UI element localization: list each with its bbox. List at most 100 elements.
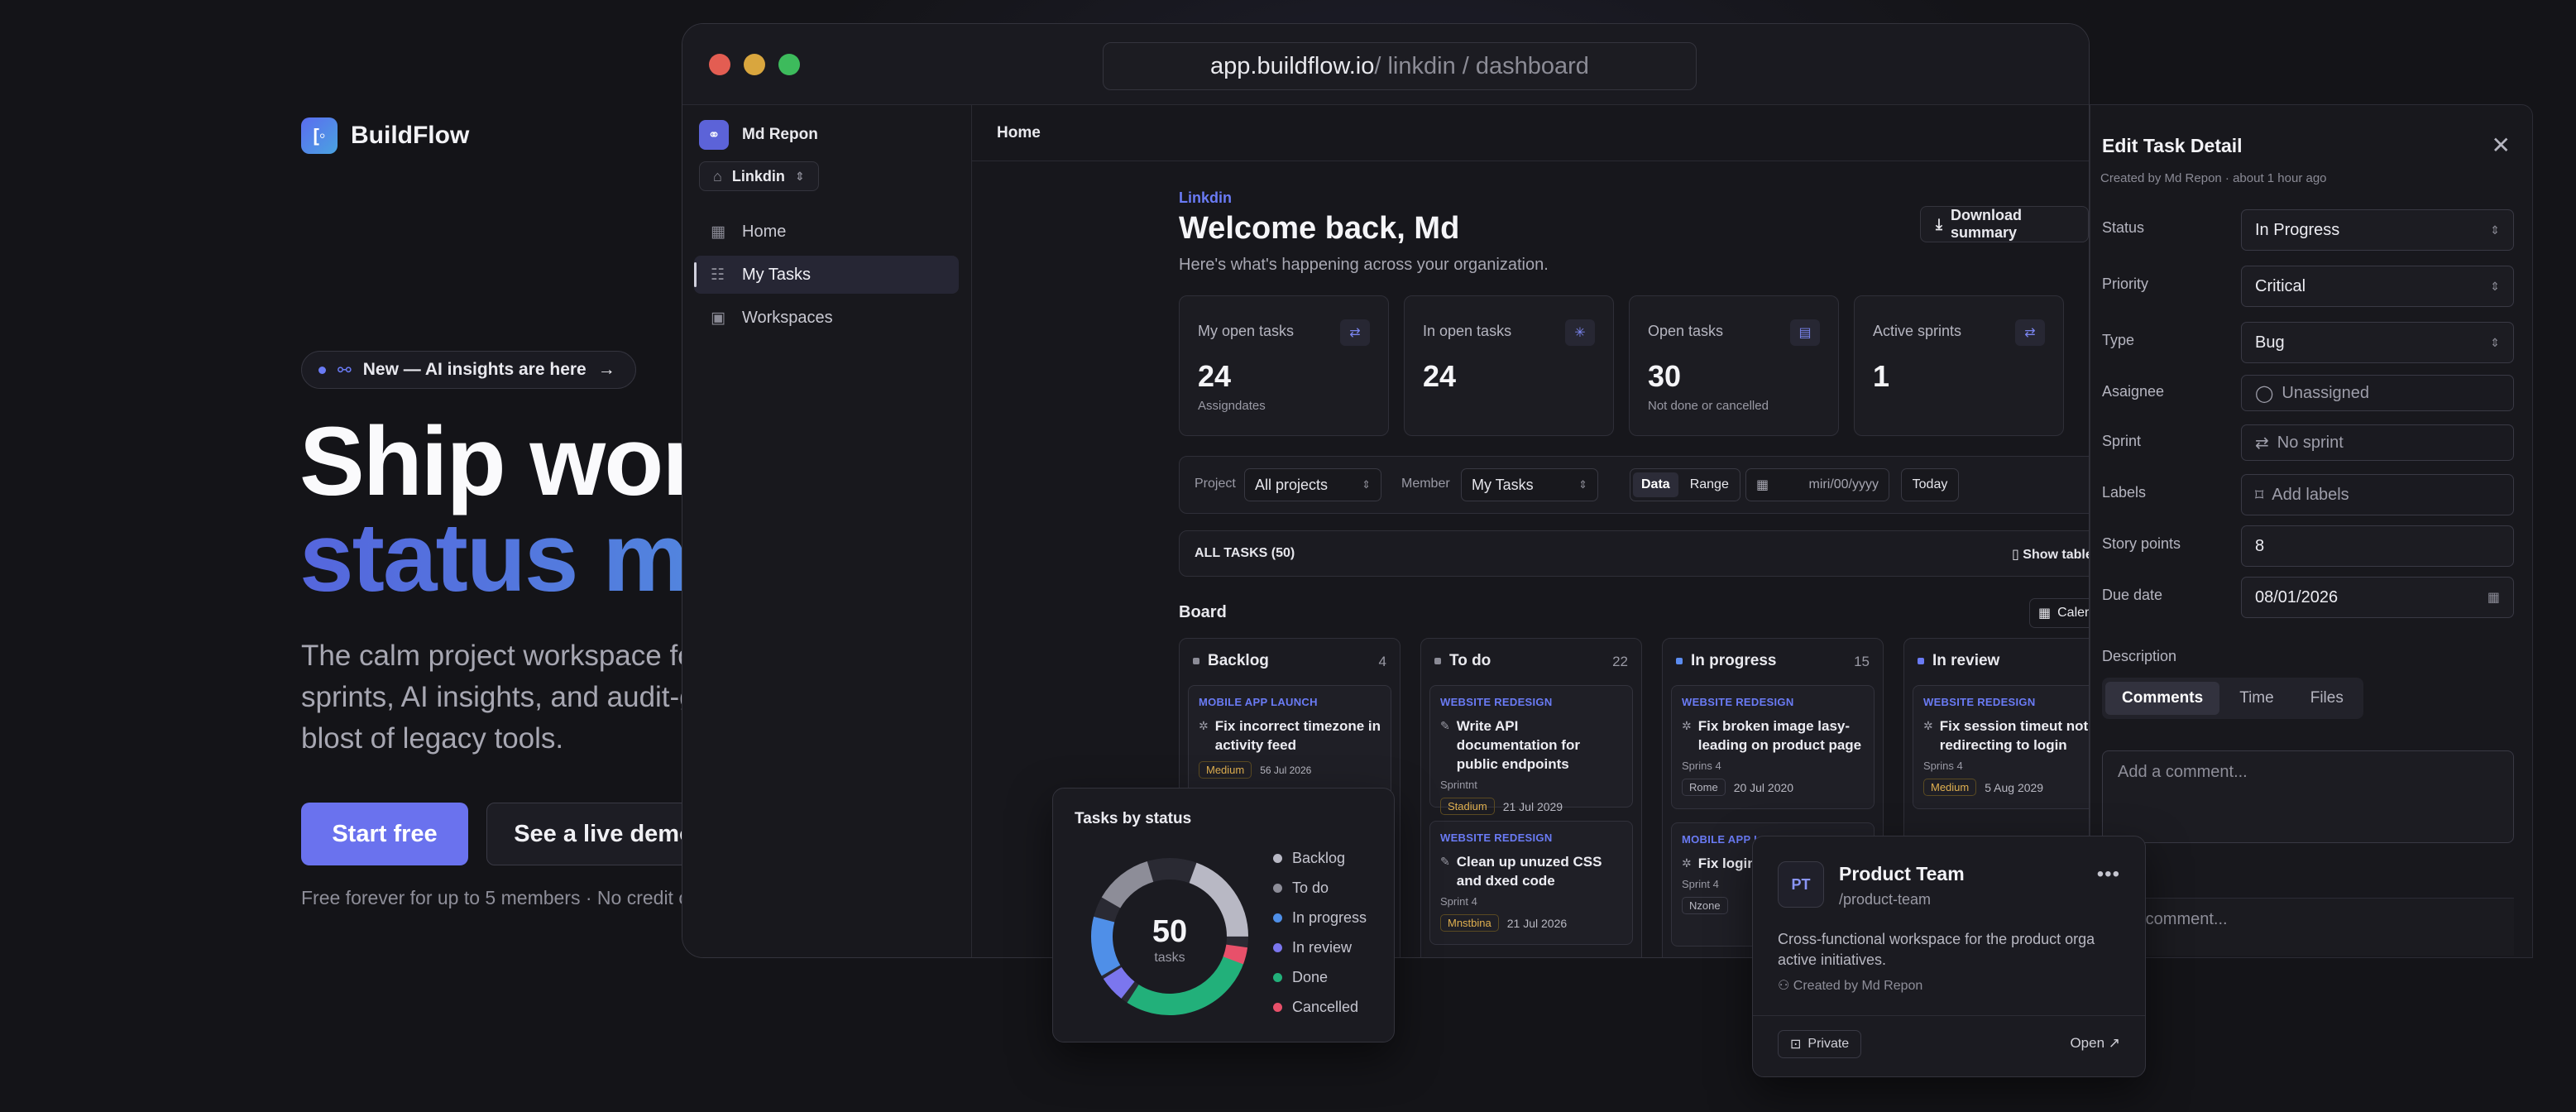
- column-header: Backlog: [1193, 652, 1269, 670]
- show-table-button[interactable]: ▯ Show table: [2012, 546, 2089, 563]
- main-header: Home: [972, 105, 2089, 161]
- field-value: Unassigned: [2282, 383, 2370, 402]
- column-count: 22: [1612, 654, 1628, 669]
- legend-label: Cancelled: [1292, 999, 1359, 1015]
- pencil-icon: ✎: [1440, 719, 1450, 732]
- stat-card: In open tasks ✳ 24: [1404, 295, 1614, 436]
- data-mode-option[interactable]: Data: [1633, 472, 1678, 497]
- date-input-value: miri/00/yyyy: [1808, 477, 1879, 491]
- range-mode-option[interactable]: Range: [1682, 472, 1737, 497]
- maximize-window-icon[interactable]: [778, 54, 800, 75]
- repeat-icon: ⇄: [2255, 434, 2269, 453]
- created-by-text: Created by Md Repon: [1793, 979, 1923, 993]
- date-input[interactable]: ▦ miri/00/yyyy: [1745, 468, 1889, 501]
- type-select[interactable]: Bug ⇕: [2241, 322, 2514, 363]
- priority-select[interactable]: Critical ⇕: [2241, 266, 2514, 307]
- column-count: 4: [1378, 654, 1386, 669]
- panel-subtitle: Created by Md Repon · about 1 hour ago: [2100, 171, 2327, 185]
- comment-input[interactable]: Add a comment...: [2102, 750, 2514, 843]
- task-date: 21 Jul 2026: [1506, 916, 1568, 930]
- task-card[interactable]: WEBSITE REDESIGN ✲ Fix broken image lasy-…: [1671, 685, 1875, 809]
- buildflow-logo-icon: [◦: [301, 117, 338, 154]
- calendar-view-button[interactable]: ▦ Calen: [2029, 598, 2089, 628]
- member-select-value: My Tasks: [1472, 476, 1534, 493]
- member-select[interactable]: My Tasks ⇕: [1461, 468, 1598, 501]
- team-avatar: PT: [1778, 861, 1824, 908]
- project-select-value: All projects: [1255, 476, 1329, 493]
- close-window-icon[interactable]: [709, 54, 730, 75]
- task-card[interactable]: WEBSITE REDESIGN ✎ Write API documentatio…: [1429, 685, 1633, 815]
- workspace-switcher[interactable]: ⌂ Linkdin ⇕: [699, 161, 819, 191]
- tab-time[interactable]: Time: [2223, 682, 2291, 715]
- open-workspace-link[interactable]: Open ↗: [2070, 1035, 2120, 1052]
- user-icon: ⚇: [1778, 979, 1790, 993]
- legend-label: Backlog: [1292, 850, 1346, 866]
- today-button[interactable]: Today: [1901, 468, 1959, 501]
- task-date: 56 Jul 2026: [1260, 764, 1312, 776]
- sidebar-item-home[interactable]: ▦ Home: [694, 213, 959, 251]
- tab-files[interactable]: Files: [2294, 682, 2360, 715]
- more-options-icon[interactable]: •••: [2097, 863, 2120, 886]
- sidebar-item-workspaces[interactable]: ▣ Workspaces: [694, 299, 959, 337]
- column-name: In review: [1932, 652, 2000, 669]
- column-name: Backlog: [1208, 652, 1269, 669]
- task-date: 21 Jul 2029: [1502, 799, 1563, 813]
- close-icon[interactable]: ✕: [2492, 132, 2511, 159]
- task-card[interactable]: WEBSITE REDESIGN ✲ Fix session timeut not…: [1913, 685, 2089, 809]
- all-tasks-bar: ALL TASKS (50) ▯ Show table: [1179, 530, 2089, 577]
- stat-value: 24: [1198, 359, 1232, 393]
- user-icon: ◯: [2255, 384, 2274, 403]
- sprint-picker[interactable]: ⇄ No sprint: [2241, 424, 2514, 461]
- tab-comments[interactable]: Comments: [2105, 682, 2220, 715]
- field-value: Add labels: [2272, 485, 2349, 504]
- stat-label: Active sprints: [1873, 323, 1962, 339]
- labels-picker[interactable]: ⌑ Add labels: [2241, 474, 2514, 515]
- status-select[interactable]: In Progress ⇕: [2241, 209, 2514, 251]
- project-select[interactable]: All projects ⇕: [1244, 468, 1381, 501]
- link-icon: ⚯: [338, 361, 352, 380]
- team-handle: /product-team: [1839, 891, 1932, 908]
- bug-icon: ✲: [1923, 719, 1933, 732]
- date-mode-toggle[interactable]: Data Range: [1630, 468, 1740, 501]
- task-card[interactable]: WEBSITE REDESIGN ✎ Clean up unuzed CSS an…: [1429, 821, 1633, 945]
- address-bar[interactable]: app.buildflow.io / linkdin / dashboard: [1103, 42, 1697, 90]
- priority-tag: Rome: [1682, 779, 1726, 796]
- status-dot-icon: [1193, 658, 1199, 664]
- main-header-title: Home: [997, 123, 1041, 141]
- priority-tag: Stadium: [1440, 798, 1495, 815]
- sidebar: ⚭ Md Repon ⌂ Linkdin ⇕ ▦ Home ☷ My Tasks…: [682, 105, 972, 957]
- board-column-todo: To do 22 WEBSITE REDESIGN ✎ Write API doc…: [1420, 638, 1642, 957]
- task-project: WEBSITE REDESIGN: [1440, 696, 1553, 708]
- url-host: app.buildflow.io: [1210, 52, 1375, 79]
- minimize-window-icon[interactable]: [744, 54, 765, 75]
- checklist-icon: ▤: [1790, 319, 1820, 346]
- task-project: WEBSITE REDESIGN: [1923, 696, 2036, 708]
- column-header: In review: [1918, 652, 1999, 670]
- chevron-updown-icon: ⇕: [2490, 223, 2500, 237]
- task-card[interactable]: MOBILE APP LAUNCH ✲ Fix incorrect timezon…: [1188, 685, 1391, 801]
- sidebar-item-my-tasks[interactable]: ☷ My Tasks: [694, 256, 959, 294]
- comment-input-secondary[interactable]: a comment...: [2102, 898, 2514, 956]
- task-title: Fix session timeut not redirecting to lo…: [1939, 718, 2089, 753]
- legend-label: Done: [1292, 969, 1329, 985]
- panel-tabs: Comments Time Files: [2102, 678, 2363, 719]
- task-title: Fix broken image lasy-leading on product…: [1697, 718, 1862, 753]
- breadcrumb[interactable]: Linkdin: [1179, 189, 1232, 207]
- due-date-input[interactable]: 08/01/2026 ▦: [2241, 577, 2514, 618]
- download-label: Download summary: [1950, 207, 2022, 241]
- story-points-input[interactable]: 8: [2241, 525, 2514, 567]
- sidebar-user[interactable]: ⚭ Md Repon: [699, 120, 818, 150]
- stat-value: 24: [1423, 359, 1457, 393]
- start-free-button[interactable]: Start free: [301, 803, 468, 865]
- download-summary-button[interactable]: ⤓ Download summary: [1920, 206, 2089, 242]
- brand-logo[interactable]: [◦ BuildFlow: [301, 117, 469, 154]
- board-heading: Board: [1179, 603, 1227, 621]
- legend-label: In review: [1292, 939, 1353, 956]
- assignee-picker[interactable]: ◯ Unassigned: [2241, 375, 2514, 411]
- url-path: / linkdin / dashboard: [1374, 52, 1589, 79]
- task-title: Fix incorrect timezone in activity feed: [1214, 718, 1381, 753]
- announcement-pill[interactable]: ⚯ New — AI insights are here →: [301, 351, 636, 389]
- stat-value: 1: [1873, 359, 1890, 393]
- team-name: Product Team: [1839, 863, 1965, 884]
- field-value: 08/01/2026: [2255, 587, 2339, 606]
